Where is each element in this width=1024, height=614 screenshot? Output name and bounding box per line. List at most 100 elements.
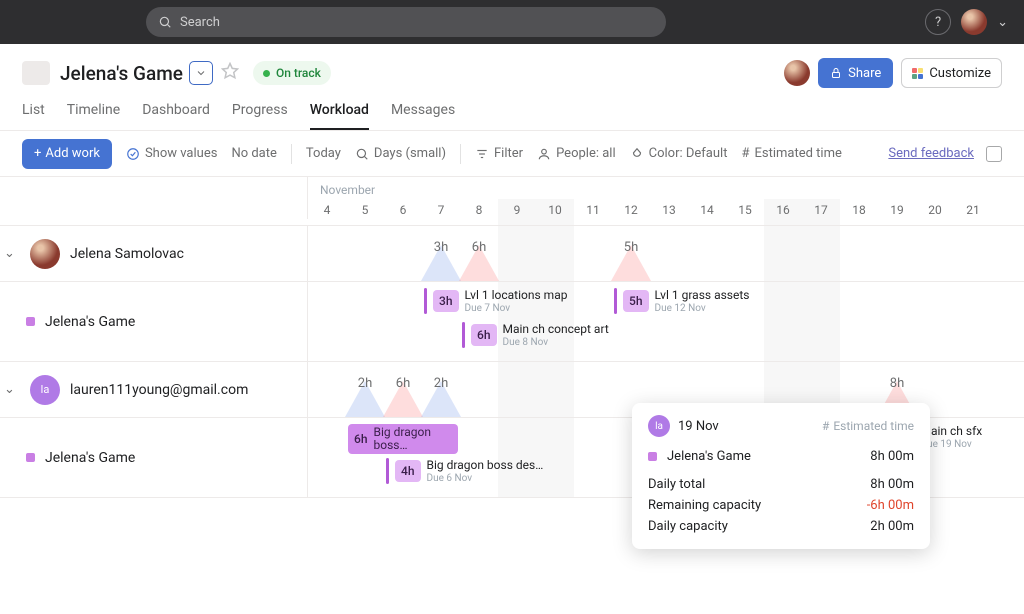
day-header: 10	[536, 199, 574, 225]
star-button[interactable]	[221, 62, 239, 84]
tab-messages[interactable]: Messages	[391, 96, 455, 130]
global-search[interactable]: Search	[146, 7, 666, 37]
tooltip-line: Daily total8h 00m	[648, 474, 914, 495]
task-marker	[462, 322, 465, 348]
send-feedback-link[interactable]: Send feedback	[888, 146, 974, 161]
task-card[interactable]: 3h Lvl 1 locations mapDue 7 Nov	[424, 288, 567, 314]
filter-button[interactable]: Filter	[475, 146, 523, 161]
task-marker	[424, 288, 427, 314]
day-header: 7	[422, 199, 460, 225]
tooltip-project-value: 8h 00m	[870, 449, 914, 464]
task-card[interactable]: 4hBig dragon boss des…Due 6 Nov	[386, 458, 543, 484]
chevron-down-icon	[195, 67, 207, 79]
plus-icon: +	[34, 146, 41, 161]
share-button[interactable]: Share	[818, 58, 893, 88]
person-name: lauren111young@gmail.com	[70, 382, 248, 398]
hash-icon: #	[741, 146, 749, 161]
view-tabs: List Timeline Dashboard Progress Workload Mes…	[0, 88, 1024, 131]
task-title: Main ch concept art	[503, 322, 609, 336]
day-header: 19	[878, 199, 916, 225]
task-due: Due 8 Nov	[503, 337, 609, 348]
expand-chevron-icon[interactable]: ⌄	[4, 246, 20, 261]
project-dot-icon	[26, 317, 35, 326]
day-header: 4	[308, 199, 346, 225]
people-filter[interactable]: People: all	[537, 146, 616, 161]
tab-list[interactable]: List	[22, 96, 45, 130]
add-work-button[interactable]: + Add work	[22, 139, 112, 169]
day-header: 13	[650, 199, 688, 225]
task-title: Lvl 1 locations map	[465, 288, 568, 302]
member-avatar[interactable]	[784, 60, 810, 86]
tooltip-line: Daily capacity2h 00m	[648, 516, 914, 537]
tab-workload[interactable]: Workload	[310, 96, 369, 130]
task-due: Due 12 Nov	[655, 303, 750, 314]
title-dropdown-button[interactable]	[189, 61, 213, 85]
zoom-select[interactable]: Days (small)	[355, 146, 446, 161]
day-header: 14	[688, 199, 726, 225]
project-dot-icon	[648, 452, 657, 461]
tooltip-line: Remaining capacity-6h 00m	[648, 495, 914, 516]
tab-dashboard[interactable]: Dashboard	[142, 96, 210, 130]
hash-icon: #	[822, 419, 829, 433]
save-layout-button[interactable]	[986, 146, 1002, 162]
lock-icon	[830, 67, 842, 79]
task-hours: 6h	[354, 432, 368, 446]
page-title: Jelena's Game	[60, 62, 183, 85]
task-marker	[386, 458, 389, 484]
person-row[interactable]: ⌄ la lauren111young@gmail.com	[0, 362, 308, 417]
project-label: Jelena's Game	[45, 450, 135, 466]
star-icon	[221, 62, 239, 80]
tooltip-project: Jelena's Game	[667, 449, 751, 464]
day-header: 11	[574, 199, 612, 225]
person-name: Jelena Samolovac	[70, 246, 184, 262]
person-avatar: la	[30, 375, 60, 405]
hour-label: 3h	[434, 240, 448, 255]
hour-label: 2h	[358, 376, 372, 391]
project-label: Jelena's Game	[45, 314, 135, 330]
color-select[interactable]: Color: Default	[630, 146, 728, 161]
status-badge[interactable]: On track	[253, 61, 331, 85]
task-due: Due 7 Nov	[465, 303, 568, 314]
project-row[interactable]: Jelena's Game	[0, 418, 308, 497]
zoom-icon	[355, 147, 369, 161]
tooltip-date: 19 Nov	[678, 419, 719, 434]
drop-icon	[630, 147, 644, 161]
search-placeholder: Search	[180, 15, 220, 30]
day-header: 6	[384, 199, 422, 225]
search-icon	[158, 15, 172, 29]
task-hours: 6h	[471, 324, 497, 346]
today-button[interactable]: Today	[306, 146, 341, 161]
hour-label: 5h	[624, 240, 638, 255]
expand-chevron-icon[interactable]: ⌄	[4, 382, 20, 397]
help-button[interactable]: ?	[925, 9, 951, 35]
task-due: Due 6 Nov	[427, 473, 544, 484]
no-date-toggle[interactable]: No date	[231, 146, 276, 161]
day-header: 16	[764, 199, 802, 225]
user-menu-caret-icon[interactable]: ⌄	[997, 15, 1008, 30]
hour-label: 2h	[434, 376, 448, 391]
customize-button[interactable]: Customize	[901, 58, 1002, 88]
user-avatar[interactable]	[961, 9, 987, 35]
project-dot-icon	[26, 453, 35, 462]
task-hours: 3h	[433, 290, 459, 312]
task-card[interactable]: 5hLvl 1 grass assetsDue 12 Nov	[614, 288, 749, 314]
day-header: 15	[726, 199, 764, 225]
day-header: 17	[802, 199, 840, 225]
show-values-toggle[interactable]: Show values	[126, 146, 218, 161]
project-folder-icon	[22, 61, 50, 85]
capacity-tooltip: la 19 Nov #Estimated time Jelena's Game …	[632, 403, 930, 549]
tooltip-est-label: #Estimated time	[822, 419, 914, 433]
estimate-field[interactable]: # Estimated time	[741, 146, 841, 161]
day-headers: 456789101112131415161718192021	[308, 199, 1024, 225]
tab-timeline[interactable]: Timeline	[67, 96, 120, 130]
project-row[interactable]: Jelena's Game	[0, 282, 308, 361]
person-row[interactable]: ⌄ Jelena Samolovac	[0, 226, 308, 281]
task-card[interactable]: 6h Main ch concept artDue 8 Nov	[462, 322, 609, 348]
grid-icon	[912, 68, 923, 79]
hour-label: 6h	[396, 376, 410, 391]
task-bar[interactable]: 6hBig dragon boss…	[348, 424, 458, 454]
month-label: November	[308, 177, 1024, 199]
task-marker	[614, 288, 617, 314]
tab-progress[interactable]: Progress	[232, 96, 288, 130]
day-header: 8	[460, 199, 498, 225]
